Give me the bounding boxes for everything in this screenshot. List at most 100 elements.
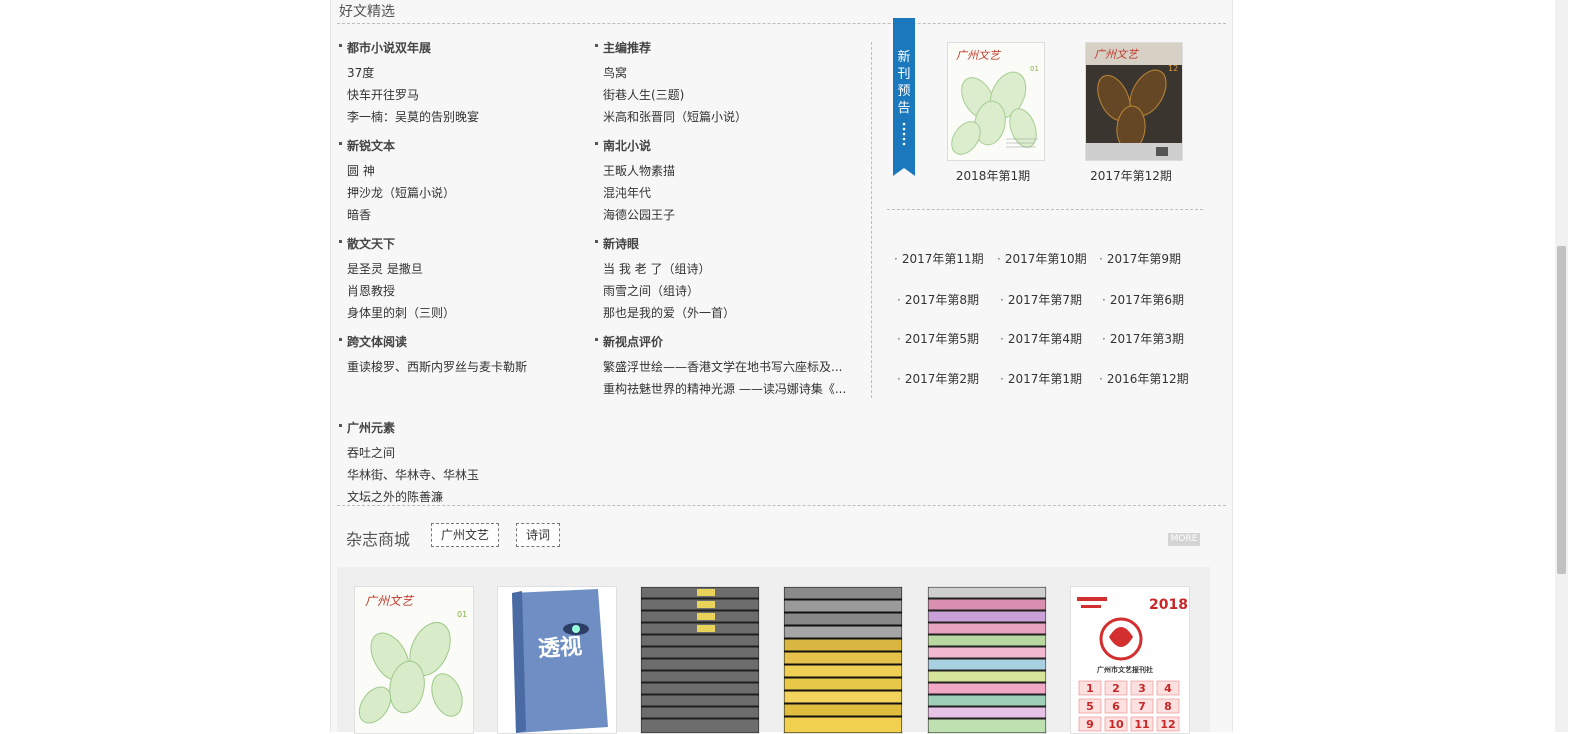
svg-text:刊: 刊 <box>897 67 910 82</box>
archive-issue-link[interactable]: 2016年第12期 <box>1099 370 1189 387</box>
product-image <box>641 587 759 733</box>
archive-issue-link[interactable]: 2017年第6期 <box>1102 291 1184 308</box>
product-card[interactable]: 透视 <box>497 586 617 734</box>
product-card[interactable]: 2018 广州市文艺报刊社 1 2 3 4 5 6 7 8 9 10 11 12 <box>1070 586 1190 734</box>
svg-text:10: 10 <box>1108 718 1124 731</box>
article-link[interactable]: 繁盛浮世绘——香港文学在地书写六座标及... <box>595 356 848 378</box>
product-image <box>784 587 902 733</box>
mid-category-column: 主编推荐 鸟窝 街巷人生(三题) 米高和张晋同（短篇小说） 南北小说 王畈人物素… <box>595 40 848 410</box>
issue-cover-2018-01[interactable]: 广州文艺 01 <box>947 42 1045 161</box>
mall-tab-poetry[interactable]: 诗词 <box>516 523 560 547</box>
category-block: 散文天下 是圣灵 是撒旦 肖恩教授 身体里的刺（三则） <box>339 236 589 324</box>
article-link[interactable]: 圆 神 <box>339 160 592 182</box>
category-block: 主编推荐 鸟窝 街巷人生(三题) 米高和张晋同（短篇小说） <box>595 40 845 128</box>
svg-text:8: 8 <box>1164 700 1172 713</box>
article-link[interactable]: 暗香 <box>339 204 592 226</box>
category-title[interactable]: 跨文体阅读 <box>339 334 589 350</box>
archive-issue-link[interactable]: 2017年第2期 <box>897 370 979 387</box>
section-title: 好文精选 <box>339 4 395 20</box>
scrollbar-thumb[interactable] <box>1557 246 1566 574</box>
svg-text:广州文艺: 广州文艺 <box>956 49 1002 62</box>
category-block: 新诗眼 当 我 老 了（组诗） 雨雪之间（组诗） 那也是我的爱（外一首） <box>595 236 845 324</box>
article-link[interactable]: 鸟窝 <box>595 62 848 84</box>
article-link[interactable]: 米高和张晋同（短篇小说） <box>595 106 848 128</box>
category-title[interactable]: 广州元素 <box>339 420 589 436</box>
svg-text:01: 01 <box>457 610 467 619</box>
category-title[interactable]: 南北小说 <box>595 138 845 154</box>
archive-issue-link[interactable]: 2017年第8期 <box>897 291 979 308</box>
new-issue-ribbon: 新 刊 预 告 <box>893 18 915 176</box>
article-link[interactable]: 37度 <box>339 62 592 84</box>
mall-tab-guangzhou-wenyi[interactable]: 广州文艺 <box>431 523 499 547</box>
issue-cover-2017-12[interactable]: 广州文艺 12 <box>1085 42 1183 161</box>
left-category-column: 都市小说双年展 37度 快车开往罗马 李一楠：吴莫的告别晚宴 新锐文本 圆 神 … <box>339 40 589 518</box>
svg-text:告: 告 <box>897 101 910 116</box>
article-link[interactable]: 吞吐之间 <box>339 442 592 464</box>
category-title[interactable]: 散文天下 <box>339 236 589 252</box>
svg-text:广州市文艺报刊社: 广州市文艺报刊社 <box>1097 665 1153 674</box>
category-title[interactable]: 新视点评价 <box>595 334 845 350</box>
article-link[interactable]: 重读梭罗、西斯内罗丝与麦卡勒斯 <box>339 356 592 378</box>
more-button[interactable]: MORE <box>1168 533 1200 546</box>
archive-issue-link[interactable]: 2017年第4期 <box>1000 330 1082 347</box>
category-block: 广州元素 吞吐之间 华林街、华林寺、华林玉 文坛之外的陈善濂 <box>339 420 589 508</box>
product-image: 2018 广州市文艺报刊社 1 2 3 4 5 6 7 8 9 10 11 12 <box>1071 587 1189 733</box>
category-title[interactable]: 主编推荐 <box>595 40 845 56</box>
svg-text:12: 12 <box>1160 718 1175 731</box>
category-title[interactable]: 新锐文本 <box>339 138 589 154</box>
divider <box>887 209 1203 210</box>
article-link[interactable]: 街巷人生(三题) <box>595 84 848 106</box>
product-card[interactable]: 广州文艺 01 <box>354 586 474 734</box>
svg-text:透视: 透视 <box>537 633 583 662</box>
category-title[interactable]: 都市小说双年展 <box>339 40 589 56</box>
article-link[interactable]: 重构祛魅世界的精神光源 ——读冯娜诗集《... <box>595 378 848 400</box>
article-link[interactable]: 王畈人物素描 <box>595 160 848 182</box>
category-block: 都市小说双年展 37度 快车开往罗马 李一楠：吴莫的告别晚宴 <box>339 40 589 128</box>
product-image: 广州文艺 01 <box>355 587 473 733</box>
svg-text:1: 1 <box>1086 682 1094 695</box>
archive-issue-link[interactable]: 2017年第5期 <box>897 330 979 347</box>
archive-issue-link[interactable]: 2017年第10期 <box>997 250 1087 267</box>
issue-label[interactable]: 2018年第1期 <box>933 167 1053 184</box>
article-link[interactable]: 是圣灵 是撒旦 <box>339 258 592 280</box>
article-link[interactable]: 押沙龙（短篇小说） <box>339 182 592 204</box>
article-link[interactable]: 肖恩教授 <box>339 280 592 302</box>
archive-issue-link[interactable]: 2017年第1期 <box>1000 370 1082 387</box>
issue-label[interactable]: 2017年第12期 <box>1071 167 1191 184</box>
article-link[interactable]: 海德公园王子 <box>595 204 848 226</box>
article-link[interactable]: 当 我 老 了（组诗） <box>595 258 848 280</box>
archive-issue-link[interactable]: 2017年第3期 <box>1102 330 1184 347</box>
svg-text:新: 新 <box>897 49 910 65</box>
category-block: 新锐文本 圆 神 押沙龙（短篇小说） 暗香 <box>339 138 589 226</box>
svg-text:6: 6 <box>1112 700 1120 713</box>
archive-issue-link[interactable]: 2017年第9期 <box>1099 250 1181 267</box>
archive-issue-link[interactable]: 2017年第7期 <box>1000 291 1082 308</box>
category-block: 南北小说 王畈人物素描 混沌年代 海德公园王子 <box>595 138 845 226</box>
archive-issue-link[interactable]: 2017年第11期 <box>894 250 984 267</box>
svg-text:广州文艺: 广州文艺 <box>1094 48 1140 61</box>
svg-text:5: 5 <box>1086 700 1094 713</box>
article-link[interactable]: 华林街、华林寺、华林玉 <box>339 464 592 486</box>
content-container: 好文精选 都市小说双年展 37度 快车开往罗马 李一楠：吴莫的告别晚宴 新锐文本… <box>330 0 1233 734</box>
divider <box>337 23 1226 24</box>
article-link[interactable]: 那也是我的爱（外一首） <box>595 302 848 324</box>
product-image <box>928 587 1046 733</box>
category-block: 跨文体阅读 重读梭罗、西斯内罗丝与麦卡勒斯 <box>339 334 589 410</box>
svg-text:12: 12 <box>1168 64 1178 73</box>
article-link[interactable]: 混沌年代 <box>595 182 848 204</box>
article-link[interactable]: 快车开往罗马 <box>339 84 592 106</box>
svg-text:4: 4 <box>1164 682 1172 695</box>
category-title[interactable]: 新诗眼 <box>595 236 845 252</box>
page: 好文精选 都市小说双年展 37度 快车开往罗马 李一楠：吴莫的告别晚宴 新锐文本… <box>0 0 1585 734</box>
article-link[interactable]: 李一楠：吴莫的告别晚宴 <box>339 106 592 128</box>
column-divider <box>871 42 872 398</box>
article-link[interactable]: 身体里的刺（三则） <box>339 302 592 324</box>
svg-text:7: 7 <box>1138 700 1146 713</box>
product-card[interactable] <box>783 586 903 734</box>
article-link[interactable]: 雨雪之间（组诗） <box>595 280 848 302</box>
product-card[interactable] <box>640 586 760 734</box>
product-card[interactable] <box>927 586 1047 734</box>
svg-text:3: 3 <box>1138 682 1146 695</box>
svg-text:2018: 2018 <box>1149 597 1188 613</box>
svg-text:11: 11 <box>1134 718 1149 731</box>
